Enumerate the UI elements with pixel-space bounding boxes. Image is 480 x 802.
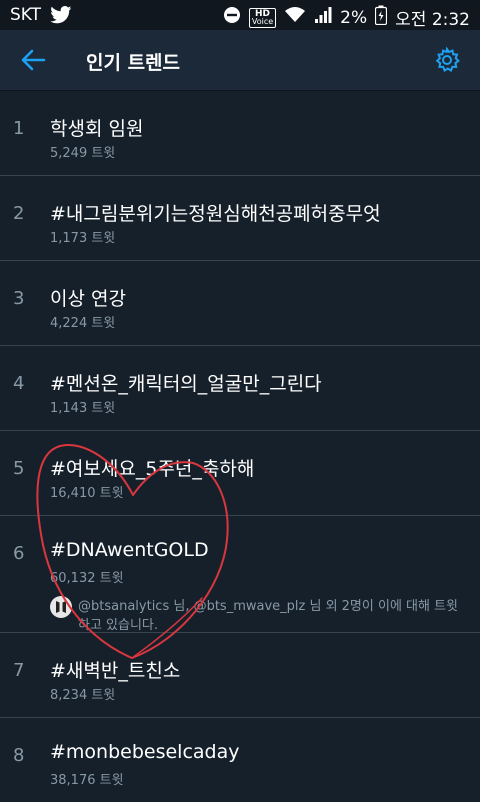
- trend-tweet-count: 8,234 트윗: [50, 688, 116, 703]
- trend-rank: 7: [13, 660, 25, 681]
- trend-name: #여보세요_5주년_축하해: [50, 458, 255, 480]
- arrow-left-icon[interactable]: [20, 48, 46, 76]
- hd-voice-icon: HD Voice: [248, 7, 277, 28]
- battery-percent: 2%: [340, 7, 368, 28]
- trend-rank: 6: [13, 543, 25, 564]
- trend-name: 이상 연강: [50, 288, 126, 310]
- trend-item[interactable]: 2 #내그림분위기는정원심해천공폐허중무엇 1,173 트윗: [0, 176, 480, 261]
- trend-rank: 3: [13, 288, 25, 309]
- trend-tweet-count: 16,410 트윗: [50, 486, 124, 501]
- battery-icon: [375, 5, 388, 30]
- app-bar: 인기 트렌드: [0, 30, 480, 91]
- do-not-disturb-icon: [223, 6, 241, 29]
- trend-item[interactable]: 3 이상 연강 4,224 트윗: [0, 261, 480, 346]
- trend-name: #내그림분위기는정원심해천공폐허중무엇: [50, 203, 381, 225]
- trend-name: #DNAwentGOLD: [50, 539, 209, 561]
- trend-context-text: @btsanalytics 님, @bts_mwave_plz 님 외 2명이 …: [78, 599, 459, 633]
- trend-rank: 8: [13, 745, 25, 766]
- trend-name: #monbebeselcaday: [50, 741, 240, 763]
- trend-rank: 1: [13, 118, 25, 139]
- trend-item[interactable]: 6 #DNAwentGOLD 60,132 트윗 @btsanalytics 님…: [0, 516, 480, 633]
- trend-tweet-count: 60,132 트윗: [50, 571, 124, 586]
- trend-item[interactable]: 5 #여보세요_5주년_축하해 16,410 트윗: [0, 431, 480, 516]
- page-title: 인기 트렌드: [86, 52, 181, 74]
- trend-item[interactable]: 1 학생회 임원 5,249 트윗: [0, 91, 480, 176]
- trend-rank: 4: [13, 373, 25, 394]
- signal-icon: [314, 6, 332, 29]
- avatar: [50, 596, 72, 618]
- trend-rank: 5: [13, 458, 25, 479]
- trend-rank: 2: [13, 203, 25, 224]
- trend-tweet-count: 38,176 트윗: [50, 773, 124, 788]
- trend-item[interactable]: 7 #새벽반_트친소 8,234 트윗: [0, 633, 480, 718]
- trend-tweet-count: 1,173 트윗: [50, 231, 116, 246]
- trend-item[interactable]: 4 #멘션온_캐릭터의_얼굴만_그린다 1,143 트윗: [0, 346, 480, 431]
- trend-name: #멘션온_캐릭터의_얼굴만_그린다: [50, 373, 322, 395]
- trend-name: #새벽반_트친소: [50, 660, 181, 682]
- trend-tweet-count: 4,224 트윗: [50, 316, 116, 331]
- wifi-icon: [284, 6, 306, 29]
- gear-icon[interactable]: [434, 46, 460, 77]
- status-bar: SKT HD Voice 2% 오전 2:32: [0, 0, 480, 30]
- carrier-label: SKT: [10, 5, 42, 25]
- trend-tweet-count: 5,249 트윗: [50, 146, 116, 161]
- trends-list: 1 학생회 임원 5,249 트윗 2 #내그림분위기는정원심해천공폐허중무엇 …: [0, 91, 480, 802]
- trend-item[interactable]: 8 #monbebeselcaday 38,176 트윗: [0, 718, 480, 802]
- trend-tweet-count: 1,143 트윗: [50, 401, 116, 416]
- twitter-bird-icon: [50, 6, 72, 29]
- trend-name: 학생회 임원: [50, 118, 144, 140]
- clock: 오전 2:32: [395, 10, 470, 30]
